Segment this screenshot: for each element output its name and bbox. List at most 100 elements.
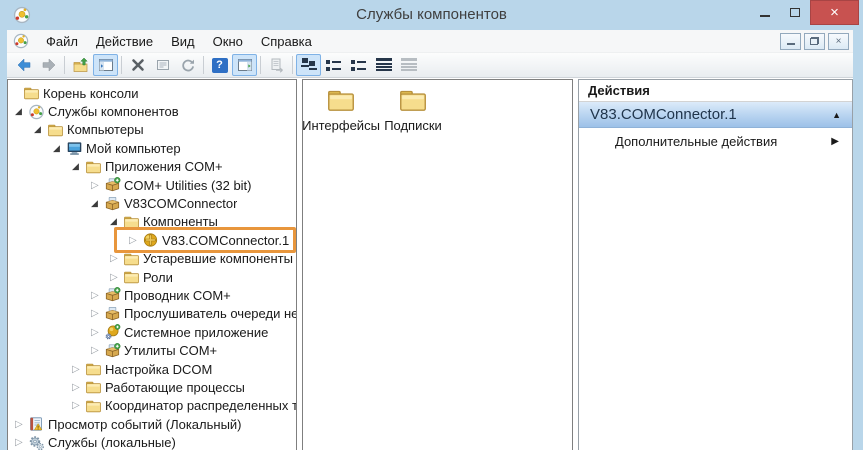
folder-icon [85, 398, 102, 414]
tree-item-com-utilities[interactable]: COM+ Utilities (32 bit) [8, 176, 296, 194]
delete-icon [130, 57, 146, 73]
help-button[interactable]: ? [207, 54, 232, 76]
list-item-interfaces[interactable]: Интерфейсы [305, 86, 377, 133]
folder-icon [123, 269, 140, 285]
refresh-icon [180, 57, 196, 73]
expand-collapsed-icon[interactable] [91, 291, 104, 300]
mdi-minimize-button[interactable] [780, 33, 801, 50]
small-icons-view-button[interactable] [321, 54, 346, 76]
action-item-more-actions[interactable]: Дополнительные действия ▶ [579, 128, 852, 154]
tree-item-v83-comconnector-1[interactable]: V83.COMConnector.1 [8, 231, 296, 249]
large-icons-view-button[interactable] [296, 54, 321, 76]
up-one-level-button[interactable] [68, 54, 93, 76]
mdi-close-icon: × [836, 36, 842, 47]
expand-expanded-icon[interactable] [53, 144, 66, 153]
tree-item-my-computer[interactable]: Мой компьютер [8, 139, 296, 157]
properties-button[interactable] [150, 54, 175, 76]
tree-item-services[interactable]: Службы (локальные) [8, 433, 296, 450]
tree-item-computers[interactable]: Компьютеры [8, 121, 296, 139]
folder-icon [324, 86, 358, 114]
com-application-plus-icon [104, 287, 121, 303]
delete-button[interactable] [125, 54, 150, 76]
tree-item-dtc[interactable]: Координатор распределенных тра [8, 397, 296, 415]
expand-expanded-icon[interactable] [91, 199, 104, 208]
tree-item-console-root[interactable]: Корень консоли [8, 84, 296, 102]
tree-item-roles[interactable]: Роли [8, 268, 296, 286]
com-application-icon [104, 196, 121, 212]
close-button[interactable]: × [810, 0, 859, 25]
tree-item-running-processes[interactable]: Работающие процессы [8, 378, 296, 396]
details-view-button[interactable] [371, 54, 396, 76]
mdi-close-button[interactable]: × [828, 33, 849, 50]
expand-collapsed-icon[interactable] [91, 309, 104, 318]
services-gears-icon [28, 435, 45, 450]
export-list-icon [269, 57, 285, 73]
tree-item-system-application[interactable]: Системное приложение [8, 323, 296, 341]
com-application-plus-icon [104, 343, 121, 359]
folder-icon [123, 214, 140, 230]
tree-item-event-viewer[interactable]: Просмотр событий (Локальный) [8, 415, 296, 433]
maximize-icon [790, 8, 800, 17]
menu-help[interactable]: Справка [252, 32, 321, 51]
tree-item-v83comconnector[interactable]: V83COMConnector [8, 194, 296, 212]
expand-expanded-icon[interactable] [110, 217, 123, 226]
menu-view[interactable]: Вид [162, 32, 204, 51]
list-view-button[interactable] [346, 54, 371, 76]
refresh-button[interactable] [175, 54, 200, 76]
expand-collapsed-icon[interactable] [72, 365, 85, 374]
menu-action[interactable]: Действие [87, 32, 162, 51]
expand-collapsed-icon[interactable] [91, 346, 104, 355]
mdi-restore-button[interactable] [804, 33, 825, 50]
expand-expanded-icon[interactable] [72, 162, 85, 171]
tree-item-queue-listener[interactable]: Прослушиватель очереди нес [8, 305, 296, 323]
expand-collapsed-icon[interactable] [72, 383, 85, 392]
expand-collapsed-icon[interactable] [15, 438, 28, 447]
submenu-arrow-icon: ▶ [831, 136, 839, 147]
export-list-button[interactable] [264, 54, 289, 76]
maximize-button[interactable] [780, 0, 810, 25]
console-tree-panel: Корень консоли Службы компонентов Компью… [7, 79, 297, 450]
expand-collapsed-icon[interactable] [110, 273, 123, 282]
menu-file[interactable]: Файл [37, 32, 87, 51]
expand-collapsed-icon[interactable] [15, 420, 28, 429]
tree-item-dcom-config[interactable]: Настройка DCOM [8, 360, 296, 378]
expand-collapsed-icon[interactable] [91, 328, 104, 337]
com-application-plus-icon [104, 177, 121, 193]
folder-icon [47, 122, 64, 138]
expand-expanded-icon[interactable] [34, 125, 47, 134]
tree-item-component-services[interactable]: Службы компонентов [8, 102, 296, 120]
action-pane-icon [237, 57, 253, 73]
back-button[interactable] [11, 54, 36, 76]
show-hide-console-tree-button[interactable] [93, 54, 118, 76]
computer-icon [66, 140, 83, 156]
component-services-icon [28, 104, 45, 120]
folder-icon [85, 361, 102, 377]
list-item-subscriptions[interactable]: Подписки [377, 86, 449, 133]
window-title: Службы компонентов [0, 6, 863, 23]
forward-icon [41, 57, 57, 73]
menu-window[interactable]: Окно [204, 32, 252, 51]
close-icon: × [830, 4, 839, 21]
toolbar: ? [7, 53, 853, 78]
title-bar: Службы компонентов × [0, 0, 863, 30]
expand-collapsed-icon[interactable] [129, 236, 142, 245]
mdi-window-controls: × [780, 33, 849, 50]
expand-collapsed-icon[interactable] [110, 254, 123, 263]
forward-button[interactable] [36, 54, 61, 76]
expand-expanded-icon[interactable] [15, 107, 28, 116]
choose-columns-button[interactable] [396, 54, 421, 76]
main-area: Корень консоли Службы компонентов Компью… [7, 78, 853, 450]
expand-collapsed-icon[interactable] [91, 181, 104, 190]
minimize-button[interactable] [750, 0, 780, 25]
tree-item-legacy-components[interactable]: Устаревшие компоненты [8, 250, 296, 268]
tree-item-com-utilities-ru[interactable]: Утилиты COM+ [8, 341, 296, 359]
actions-group-header[interactable]: V83.COMConnector.1 ▲ [579, 102, 852, 128]
mdi-minimize-icon [787, 43, 795, 45]
collapse-icon[interactable]: ▲ [832, 110, 841, 120]
tree-item-com-explorer[interactable]: Проводник COM+ [8, 286, 296, 304]
tree-item-com-plus-applications[interactable]: Приложения COM+ [8, 158, 296, 176]
show-hide-action-pane-button[interactable] [232, 54, 257, 76]
expand-collapsed-icon[interactable] [72, 401, 85, 410]
toolbar-separator [64, 56, 65, 74]
tree-item-components[interactable]: Компоненты [8, 213, 296, 231]
